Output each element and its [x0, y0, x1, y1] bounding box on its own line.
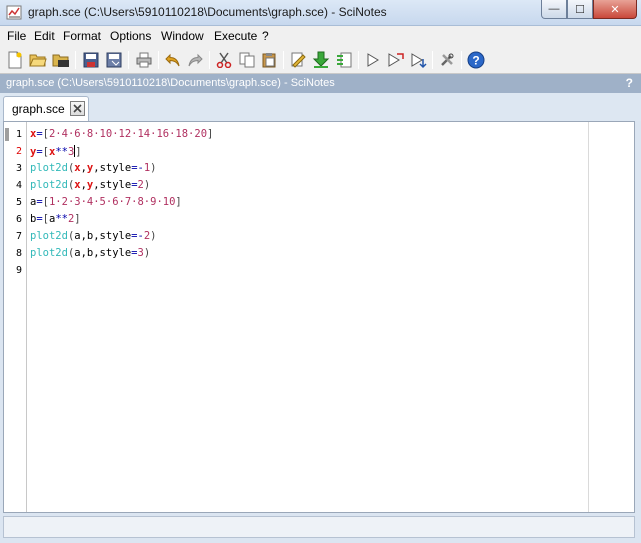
code-token: ) — [143, 247, 151, 259]
load-into-scilab-icon[interactable] — [311, 50, 331, 70]
svg-text:?: ? — [472, 54, 479, 68]
fold-marker — [5, 128, 9, 141]
menu-execute[interactable]: Execute — [214, 29, 257, 43]
open-folder-icon[interactable] — [28, 50, 48, 70]
menu-edit[interactable]: Edit — [34, 29, 55, 43]
tab-strip: graph.sce — [0, 93, 641, 121]
toolbar-separator — [358, 51, 359, 69]
right-margin-line — [588, 122, 589, 512]
document-title-bar: graph.sce (C:\Users\5910110218\Documents… — [0, 74, 641, 93]
code-token: a,b,style — [74, 230, 132, 242]
window-titlebar[interactable]: graph.sce (C:\Users\5910110218\Documents… — [0, 0, 641, 26]
preferences-icon[interactable] — [437, 50, 457, 70]
code-token: plot2d — [30, 179, 68, 191]
code-token: plot2d — [30, 162, 68, 174]
code-editor[interactable]: 1 2 3 4 5 6 7 8 9 x=[2·4·6·8·10·12·14·16·18·20] y… — [3, 121, 635, 513]
window-controls: — ☐ ✕ — [541, 0, 637, 20]
paste-icon[interactable] — [259, 50, 279, 70]
maximize-button[interactable]: ☐ — [567, 0, 593, 19]
copy-icon[interactable] — [237, 50, 257, 70]
line-number: 8 — [15, 248, 22, 259]
doc-help-button[interactable]: ? — [626, 76, 633, 90]
code-token: plot2d — [30, 230, 68, 242]
toolbar-separator — [432, 51, 433, 69]
status-bar — [3, 516, 635, 538]
code-line[interactable]: a=[1·2·3·4·5·6·7·8·9·10] — [30, 196, 182, 208]
close-window-button[interactable]: ✕ — [593, 0, 637, 19]
print-icon[interactable] — [134, 50, 154, 70]
line-number: 9 — [15, 265, 22, 276]
save-icon[interactable] — [81, 50, 101, 70]
line-number: 3 — [15, 163, 22, 174]
undo-icon[interactable] — [163, 50, 183, 70]
code-token: ) — [143, 179, 151, 191]
line-number: 2 — [15, 146, 22, 157]
redo-icon[interactable] — [185, 50, 205, 70]
line-number-gutter: 1 2 3 4 5 6 7 8 9 — [4, 122, 27, 512]
code-token: ) — [150, 162, 157, 174]
find-replace-icon[interactable] — [288, 50, 308, 70]
code-token: style — [99, 179, 132, 191]
code-token: ] — [175, 196, 182, 208]
new-file-icon[interactable] — [5, 50, 25, 70]
line-number: 1 — [15, 129, 22, 140]
load-file-icon[interactable] — [334, 50, 354, 70]
code-token: style — [99, 162, 132, 174]
menu-bar: File Edit Format Options Window Execute … — [0, 26, 641, 46]
execute-icon[interactable] — [363, 50, 383, 70]
code-token: ] — [74, 213, 81, 225]
toolbar-separator — [283, 51, 284, 69]
tab-label: graph.sce — [12, 102, 65, 116]
minimize-button[interactable]: — — [541, 0, 567, 19]
toolbar-separator — [128, 51, 129, 69]
menu-help[interactable]: ? — [262, 29, 269, 43]
toolbar: ? — [0, 46, 641, 74]
toolbar-separator — [75, 51, 76, 69]
tab-graph-sce[interactable]: graph.sce — [3, 96, 89, 121]
menu-format[interactable]: Format — [63, 29, 101, 43]
code-line[interactable]: plot2d(x,y,style=-1) — [30, 162, 157, 174]
execute-until-icon[interactable] — [409, 50, 429, 70]
line-number: 4 — [15, 180, 22, 191]
document-title: graph.sce (C:\Users\5910110218\Documents… — [6, 77, 335, 89]
cut-icon[interactable] — [214, 50, 234, 70]
menu-window[interactable]: Window — [161, 29, 204, 43]
menu-options[interactable]: Options — [110, 29, 151, 43]
code-token: 1·2·3·4·5·6·7·8·9·10 — [48, 196, 176, 208]
menu-file[interactable]: File — [7, 29, 26, 43]
code-line[interactable]: b=[a**2] — [30, 213, 81, 225]
code-token: 2·4·6·8·10·12·14·16·18·20 — [48, 128, 208, 140]
toolbar-separator — [209, 51, 210, 69]
scinotes-app-icon — [6, 5, 22, 20]
code-line[interactable]: plot2d(x,y,style=2) — [30, 179, 150, 191]
code-line[interactable]: plot2d(a,b,style=3) — [30, 247, 150, 259]
code-token: ] — [75, 146, 82, 158]
code-token: plot2d — [30, 247, 68, 259]
help-icon[interactable]: ? — [466, 50, 486, 70]
code-line[interactable]: x=[2·4·6·8·10·12·14·16·18·20] — [30, 128, 213, 140]
code-line[interactable]: plot2d(a,b,style=-2) — [30, 230, 156, 242]
line-number: 7 — [15, 231, 22, 242]
window-title: graph.sce (C:\Users\5910110218\Documents… — [28, 5, 387, 19]
save-as-icon[interactable] — [104, 50, 124, 70]
line-number: 5 — [15, 197, 22, 208]
code-token: a,b,style — [74, 247, 132, 259]
code-token: ** — [55, 146, 68, 158]
code-token: ** — [55, 213, 68, 225]
execute-echo-icon[interactable] — [386, 50, 406, 70]
line-number: 6 — [15, 214, 22, 225]
code-token: ] — [207, 128, 214, 140]
open-file-browser-icon[interactable] — [51, 50, 71, 70]
code-token: =- — [131, 230, 144, 242]
toolbar-separator — [158, 51, 159, 69]
code-token: ) — [150, 230, 157, 242]
close-tab-icon[interactable] — [70, 101, 85, 116]
code-line[interactable]: y=[x**3] — [30, 145, 82, 158]
toolbar-separator — [461, 51, 462, 69]
code-token: =- — [131, 162, 144, 174]
